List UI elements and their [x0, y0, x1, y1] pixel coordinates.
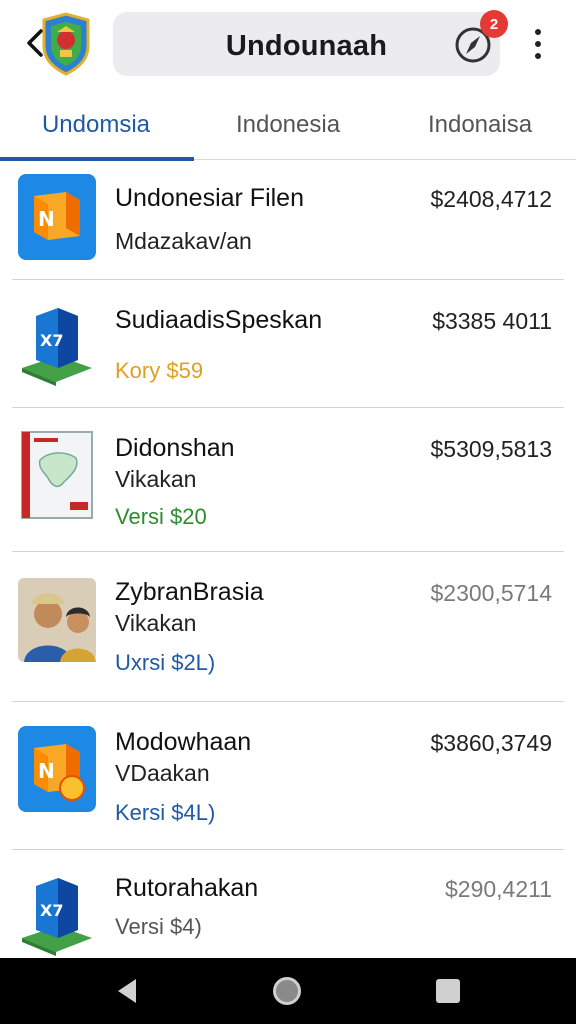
item-version: Versi $4): [115, 914, 202, 939]
item-version: Kory $59: [115, 358, 204, 383]
title-search-box[interactable]: Undounaah: [113, 12, 500, 76]
nav-recents-icon[interactable]: [436, 979, 460, 1003]
orange-folder-coin-icon: N: [18, 726, 96, 812]
item-price: $3860,3749: [430, 730, 552, 756]
item-price: $2300,5714: [430, 580, 552, 606]
more-vert-icon: [535, 29, 541, 35]
notification-badge: 2: [480, 10, 508, 38]
svg-text:N: N: [38, 207, 55, 231]
app-bar: Undounaah 2: [0, 0, 576, 90]
item-version: Uxrsi $2L): [115, 650, 216, 675]
item-name: SudiaadisSpeskan: [115, 306, 323, 334]
item-price: $5309,5813: [430, 436, 552, 462]
list-item[interactable]: N Modowhaan $3860,3749 VDaakan Kersi $4L…: [12, 702, 564, 850]
orange-folder-app-icon: N: [18, 174, 96, 260]
nav-home-icon[interactable]: [273, 977, 301, 1005]
nav-back-button[interactable]: [114, 976, 140, 1006]
tab-indonaisa[interactable]: Indonaisa: [384, 90, 576, 160]
item-price: $2408,4712: [430, 186, 552, 212]
item-name: Undonesiar Filen: [115, 184, 304, 212]
item-name: ZybranBrasia: [115, 578, 264, 606]
tab-undomsia[interactable]: Undomsia: [0, 90, 194, 161]
svg-text:X7: X7: [40, 901, 63, 920]
svg-text:N: N: [38, 759, 55, 783]
list-item[interactable]: Didonshan $5309,5813 Vikakan Versi $20: [12, 408, 564, 552]
item-price: $290,4211: [444, 876, 552, 902]
item-name: Modowhaan: [115, 728, 252, 756]
item-subtitle: Vikakan: [115, 466, 197, 492]
people-photo-icon: [18, 578, 96, 662]
item-subtitle: Mdazakav/an: [115, 228, 252, 254]
item-version: Versi $20: [115, 504, 207, 529]
shield-logo-icon: [38, 12, 94, 76]
list-item[interactable]: X7 SudiaadisSpeskan $3385 4011 Kory $59: [12, 280, 564, 408]
item-version: Kersi $4L): [115, 800, 216, 825]
tab-indonesia[interactable]: Indonesia: [192, 90, 384, 160]
list-item[interactable]: X7 Rutorahakan $290,4211 Versi $4): [12, 850, 564, 958]
system-nav-bar: [0, 958, 576, 1024]
item-price: $3385 4011: [432, 308, 552, 334]
list-item[interactable]: N Undonesiar Filen $2408,4712 Mdazakav/a…: [12, 160, 564, 280]
blue-cube-app-icon: X7: [18, 872, 96, 956]
nav-back-icon: [118, 979, 136, 1003]
item-name: Rutorahakan: [115, 874, 259, 902]
list-item[interactable]: ZybranBrasia $2300,5714 Vikakan Uxrsi $2…: [12, 552, 564, 702]
blue-cube-app-icon: X7: [18, 302, 96, 386]
svg-text:X7: X7: [40, 331, 63, 350]
more-options-button[interactable]: [524, 26, 552, 62]
item-name: Didonshan: [115, 434, 235, 462]
item-subtitle: Vikakan: [115, 610, 197, 636]
tab-bar: Undomsia Indonesia Indonaisa: [0, 90, 576, 161]
map-box-icon: [18, 430, 96, 519]
item-subtitle: VDaakan: [115, 760, 210, 786]
app-title: Undounaah: [225, 30, 388, 62]
